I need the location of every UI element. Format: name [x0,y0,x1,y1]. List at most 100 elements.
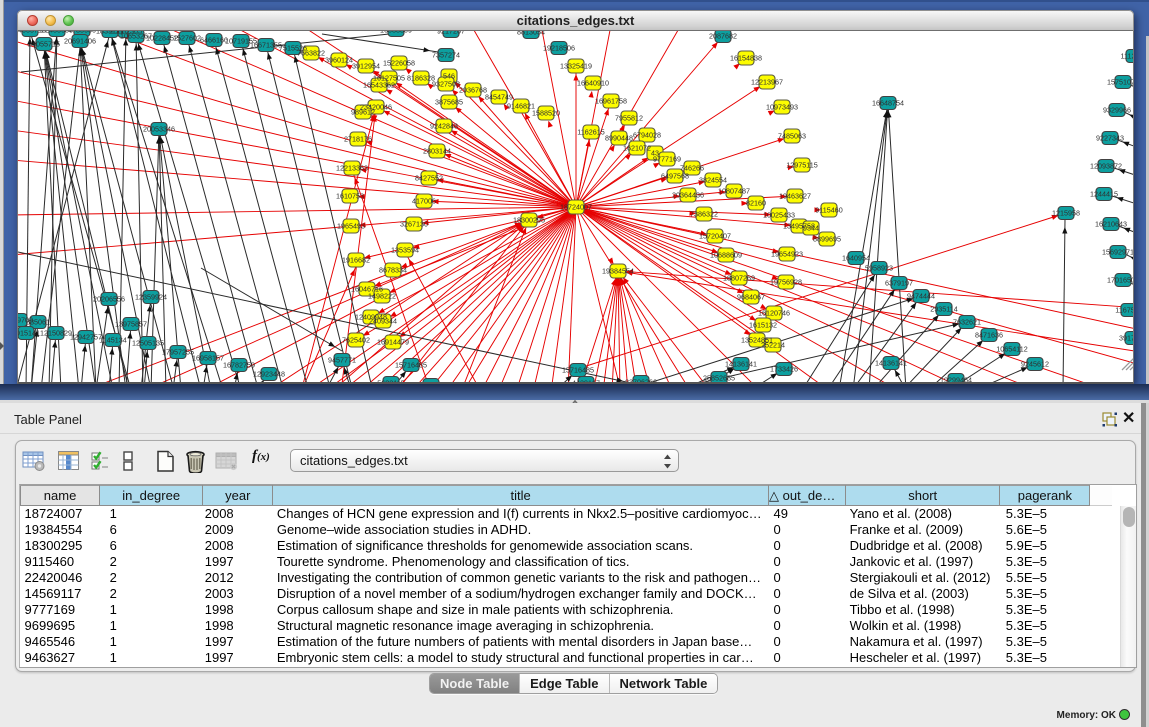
svg-text:1621072: 1621072 [623,144,651,153]
svg-text:6497568: 6497568 [661,172,689,181]
svg-text:16914479: 16914479 [377,338,409,347]
svg-text:20206556: 20206556 [93,295,125,304]
svg-text:5682115: 5682115 [377,379,404,383]
svg-text:12359924: 12359924 [135,293,167,302]
svg-text:15720407: 15720407 [699,232,731,241]
svg-text:3912954: 3912954 [352,62,380,71]
svg-text:15751074: 15751074 [1107,78,1134,87]
svg-text:1527602: 1527602 [173,34,201,43]
svg-text:25711873: 25711873 [415,381,446,383]
svg-text:8427552: 8427552 [415,174,443,183]
svg-text:12093872: 12093872 [1090,162,1122,171]
svg-text:15716485: 15716485 [562,366,594,375]
svg-text:8678334: 8678334 [379,266,407,275]
svg-text:14136141: 14136141 [725,360,757,369]
svg-text:417006: 417006 [412,197,436,206]
svg-text:16640910: 16640910 [577,79,609,88]
svg-text:16961758: 16961758 [595,97,627,106]
svg-text:15226058: 15226058 [383,59,415,68]
svg-text:16033809: 16033809 [380,31,412,35]
svg-text:8899695: 8899695 [813,235,841,244]
svg-text:20053346: 20053346 [143,125,175,134]
svg-text:9217207: 9217207 [437,31,465,36]
svg-text:4439167: 4439167 [572,379,600,383]
svg-text:5958923: 5958923 [865,264,893,273]
svg-text:2718176: 2718176 [344,135,372,144]
svg-text:1167534: 1167534 [1115,306,1134,315]
svg-text:9245612: 9245612 [1021,360,1049,369]
svg-text:8454749: 8454749 [485,93,513,102]
svg-text:1215958: 1215958 [1052,209,1080,218]
svg-text:12213967: 12213967 [751,78,783,87]
svg-text:18300295: 18300295 [513,216,545,225]
svg-text:1640954: 1640954 [842,254,870,263]
svg-text:1610753: 1610753 [336,192,364,201]
svg-text:16120746: 16120746 [758,309,790,318]
svg-text:6794028: 6794028 [633,131,661,140]
svg-text:12150829: 12150829 [40,329,72,338]
svg-text:9777169: 9777169 [653,155,681,164]
svg-text:4735650: 4735650 [68,31,96,35]
svg-text:20691406: 20691406 [64,37,96,46]
svg-text:18724007: 18724007 [560,203,592,212]
svg-text:10973493: 10973493 [766,103,798,112]
svg-text:13975857: 13975857 [115,320,147,329]
svg-text:24055715: 24055715 [28,40,60,49]
svg-text:7955812: 7955812 [615,114,643,123]
svg-text:8186328: 8186328 [407,74,435,83]
svg-text:8471636: 8471636 [975,331,1003,340]
svg-text:7357274: 7357274 [432,51,460,60]
svg-text:7632621: 7632621 [953,318,981,327]
svg-text:19463627: 19463627 [779,192,811,201]
svg-text:16210643: 16210643 [1095,220,1127,229]
svg-text:25852685: 25852685 [703,374,735,383]
svg-text:3824554: 3824554 [699,176,727,185]
svg-text:12505135: 12505135 [132,339,164,348]
svg-text:1353594: 1353594 [391,246,419,255]
svg-text:3917183: 3917183 [1119,334,1134,343]
svg-text:2936768: 2936768 [459,86,487,95]
svg-text:19756928: 19756928 [770,278,802,287]
svg-text:1162615: 1162615 [577,128,604,137]
svg-text:9146821: 9146821 [507,102,535,111]
svg-text:1498222: 1498222 [368,292,396,301]
svg-text:835061: 835061 [26,318,50,327]
svg-text:6379197: 6379197 [885,279,913,288]
svg-text:15716485: 15716485 [395,361,427,370]
svg-text:10688609: 10688609 [710,251,742,260]
svg-text:10654112: 10654112 [996,345,1027,354]
svg-text:10807487: 10807487 [718,187,750,196]
svg-text:10025433: 10025433 [763,211,795,220]
svg-text:12975115: 12975115 [786,161,817,170]
svg-text:23706266: 23706266 [625,378,657,383]
svg-text:82160: 82160 [746,199,766,208]
svg-text:1733426: 1733426 [770,365,798,374]
svg-text:6466160: 6466160 [200,36,228,45]
svg-text:2935114: 2935114 [930,305,957,314]
svg-text:19299464: 19299464 [940,376,972,383]
svg-text:1588520: 1588520 [532,109,560,118]
svg-text:9344: 9344 [803,224,819,233]
svg-text:17016504: 17016504 [1107,276,1134,285]
svg-text:12923448: 12923448 [253,370,285,379]
svg-text:15692971: 15692971 [1102,248,1134,257]
svg-text:3875685: 3875685 [435,98,463,107]
svg-text:16671355: 16671355 [250,41,282,50]
svg-text:9684067: 9684067 [737,293,765,302]
svg-text:9474444: 9474444 [907,292,935,301]
svg-text:16543362: 16543362 [363,81,395,90]
svg-text:12213363: 12213363 [336,164,368,173]
svg-text:16782759: 16782759 [223,361,255,370]
svg-text:1965493: 1965493 [337,222,365,231]
svg-text:8990448: 8990448 [605,134,633,143]
svg-text:1615132: 1615132 [749,321,777,330]
svg-text:1916682: 1916682 [342,256,370,265]
svg-text:7625402: 7625402 [342,336,370,345]
svg-text:1244415: 1244415 [1090,190,1118,199]
svg-text:13325419: 13325419 [560,62,592,71]
svg-text:3960124: 3960124 [325,56,353,65]
svg-text:9115460: 9115460 [815,206,842,215]
svg-text:3267130: 3267130 [400,220,428,229]
svg-text:12942757: 12942757 [70,333,102,342]
svg-text:16648754: 16648754 [872,99,904,108]
